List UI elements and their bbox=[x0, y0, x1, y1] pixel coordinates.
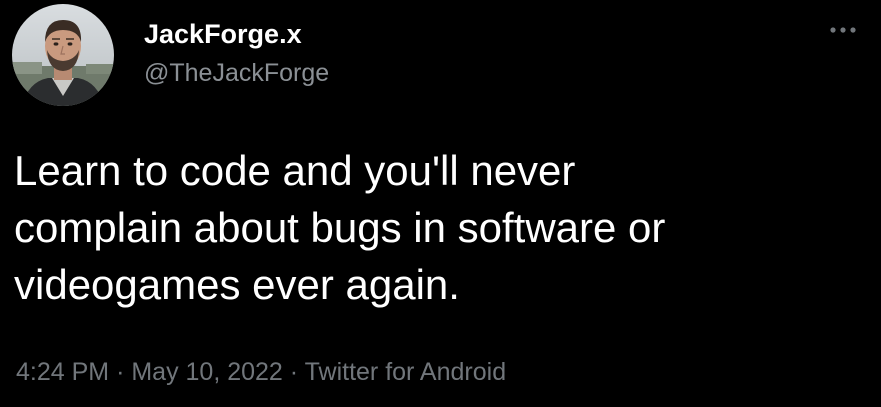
user-handle[interactable]: @TheJackForge bbox=[144, 58, 329, 88]
display-name[interactable]: JackForge.x bbox=[144, 18, 329, 50]
tweet-text: Learn to code and you'll never complain … bbox=[14, 147, 666, 308]
tweet-source[interactable]: Twitter for Android bbox=[305, 358, 506, 386]
avatar[interactable] bbox=[12, 4, 114, 106]
tweet-card: JackForge.x @TheJackForge Learn to code … bbox=[0, 0, 881, 407]
meta-separator: · bbox=[289, 358, 299, 386]
profile-photo bbox=[12, 4, 114, 106]
tweet-time[interactable]: 4:24 PM bbox=[16, 358, 109, 386]
more-options-button[interactable] bbox=[823, 16, 863, 44]
more-horizontal-icon bbox=[830, 27, 856, 33]
tweet-metadata: 4:24 PM · May 10, 2022 · Twitter for And… bbox=[16, 356, 506, 388]
tweet-date[interactable]: May 10, 2022 bbox=[131, 358, 283, 386]
tweet-author: JackForge.x @TheJackForge bbox=[144, 18, 329, 88]
meta-separator: · bbox=[116, 358, 125, 386]
